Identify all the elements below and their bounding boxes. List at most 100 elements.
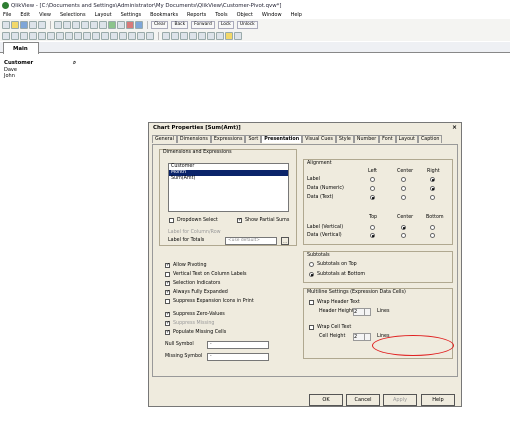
customer-listbox[interactable]: Customer ⌕ Dave John [4, 60, 80, 88]
align-center-icon[interactable] [171, 31, 179, 40]
find-icon[interactable] [99, 20, 107, 29]
align-right-icon[interactable] [180, 31, 188, 40]
edit-script-icon[interactable] [117, 20, 125, 29]
new-icon[interactable] [2, 20, 10, 29]
text-object-icon[interactable] [83, 31, 91, 40]
vlabel-bottom-radio[interactable] [430, 225, 435, 230]
missing-symbol-field[interactable]: - [207, 353, 269, 361]
text-center-radio[interactable] [401, 195, 406, 200]
menu-reports[interactable]: Reports [187, 12, 206, 18]
vdata-top-radio[interactable] [370, 233, 375, 238]
subtotals-top-radio[interactable] [309, 262, 314, 267]
expression-button[interactable]: … [281, 237, 289, 245]
numeric-center-radio[interactable] [401, 186, 406, 191]
label-left-radio[interactable] [370, 177, 375, 182]
tab-expressions[interactable]: Expressions [210, 135, 246, 143]
menu-layout[interactable]: Layout [95, 12, 112, 18]
current-selections-icon[interactable] [65, 31, 73, 40]
allow-pivoting-checkbox[interactable] [165, 262, 170, 268]
clear-button[interactable]: Clear [151, 20, 169, 29]
open-icon[interactable] [11, 20, 19, 29]
space-horizontal-icon[interactable] [207, 31, 215, 40]
tab-style[interactable]: Style [335, 135, 354, 143]
cell-height-stepper[interactable]: 2 [353, 333, 371, 341]
statistics-box-icon[interactable] [110, 31, 118, 40]
menu-view[interactable]: View [39, 12, 51, 18]
wrap-header-checkbox[interactable] [309, 300, 314, 305]
tab-caption[interactable]: Caption [417, 135, 443, 143]
close-icon[interactable]: × [452, 124, 457, 131]
table-box-icon[interactable] [38, 31, 46, 40]
align-top-icon[interactable] [189, 31, 197, 40]
redo-icon[interactable] [90, 20, 98, 29]
tab-number[interactable]: Number [353, 135, 380, 143]
sheet-tab-main[interactable]: Main [3, 42, 39, 54]
unlock-button[interactable]: Unlock [236, 20, 258, 29]
grid-icon[interactable] [234, 31, 242, 40]
vdata-bottom-radio[interactable] [430, 233, 435, 238]
space-vertical-icon[interactable] [216, 31, 224, 40]
suppress-expansion-checkbox[interactable] [165, 299, 170, 304]
show-partial-sums-checkbox[interactable] [237, 217, 242, 223]
undo-icon[interactable] [81, 20, 89, 29]
menu-bookmarks[interactable]: Bookmarks [150, 12, 178, 18]
tab-font[interactable]: Font [379, 135, 396, 143]
paste-icon[interactable] [72, 20, 80, 29]
text-left-radio[interactable] [370, 195, 375, 200]
label-center-radio[interactable] [401, 177, 406, 182]
suppress-missing-checkbox[interactable] [165, 320, 170, 326]
lock-button[interactable]: Lock [217, 20, 234, 29]
apply-button[interactable]: Apply [383, 394, 417, 406]
text-right-radio[interactable] [430, 195, 435, 200]
tab-sort[interactable]: Sort [245, 135, 262, 143]
menu-window[interactable]: Window [262, 12, 282, 18]
save-icon[interactable] [20, 20, 28, 29]
dimension-list[interactable]: Customer Month Sum(Amt) [168, 163, 289, 212]
label-right-radio[interactable] [430, 177, 435, 182]
chart-icon[interactable] [47, 31, 55, 40]
wrap-cell-checkbox[interactable] [309, 325, 314, 330]
subtotals-bottom-radio[interactable] [309, 272, 314, 277]
print-preview-icon[interactable] [38, 20, 46, 29]
numeric-right-radio[interactable] [430, 186, 435, 191]
back-button[interactable]: Back [171, 20, 189, 29]
copy-icon[interactable] [63, 20, 71, 29]
vertical-text-checkbox[interactable] [165, 272, 170, 277]
cancel-button[interactable]: Cancel [346, 394, 380, 406]
search-object-icon[interactable] [128, 31, 136, 40]
vlabel-top-radio[interactable] [370, 225, 375, 230]
vdata-center-radio[interactable] [401, 233, 406, 238]
custom-object-icon[interactable] [146, 31, 154, 40]
ok-button[interactable]: OK [309, 394, 343, 406]
container-icon[interactable] [137, 31, 145, 40]
button-object-icon[interactable] [74, 31, 82, 40]
add-sheet-icon[interactable] [2, 31, 10, 40]
multibox-icon[interactable] [29, 31, 37, 40]
help-icon[interactable] [135, 20, 143, 29]
search-icon[interactable]: ⌕ [73, 60, 76, 67]
menu-help[interactable]: Help [291, 12, 302, 18]
label-totals-field[interactable]: <use default> [225, 237, 277, 245]
suppress-zero-checkbox[interactable] [165, 311, 170, 317]
bookmark-object-icon[interactable] [119, 31, 127, 40]
listbox-icon[interactable] [20, 31, 28, 40]
align-bottom-icon[interactable] [198, 31, 206, 40]
format-painter-icon[interactable] [225, 31, 233, 40]
header-height-stepper[interactable]: 2 [353, 308, 371, 316]
list-item[interactable]: Sum(Amt) [169, 176, 288, 182]
forward-button[interactable]: Forward [191, 20, 215, 29]
input-box-icon[interactable] [56, 31, 64, 40]
align-left-icon[interactable] [162, 31, 170, 40]
tab-general[interactable]: General [152, 135, 177, 143]
list-item[interactable]: John [4, 73, 80, 79]
sheet-properties-icon[interactable] [11, 31, 19, 40]
populate-missing-checkbox[interactable] [165, 329, 170, 335]
slider-icon[interactable] [101, 31, 109, 40]
menu-object[interactable]: Object [237, 12, 253, 18]
help-button[interactable]: Help [421, 394, 455, 406]
dropdown-select-checkbox[interactable] [169, 218, 174, 223]
tab-presentation[interactable]: Presentation [261, 135, 303, 143]
always-expanded-checkbox[interactable] [165, 289, 170, 295]
menu-edit[interactable]: Edit [20, 12, 30, 18]
line-arrow-icon[interactable] [92, 31, 100, 40]
